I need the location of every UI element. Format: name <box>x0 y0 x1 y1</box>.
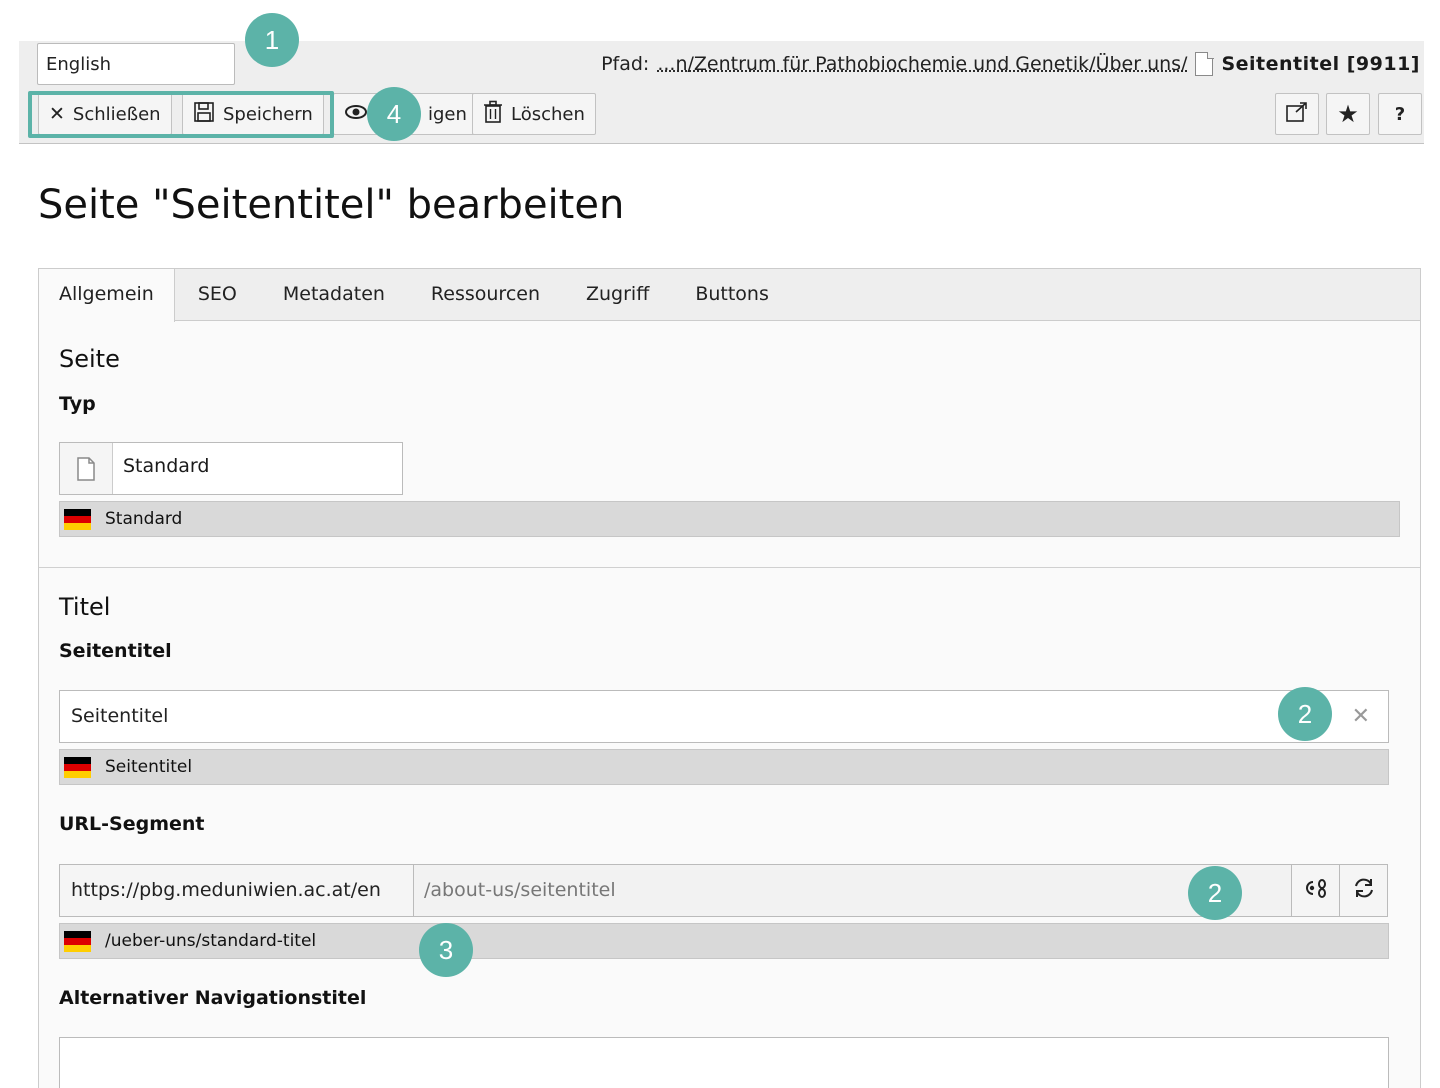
section-seite-title: Seite <box>59 345 120 373</box>
open-new-window-button[interactable] <box>1275 93 1319 135</box>
section-titel-title: Titel <box>59 593 111 621</box>
typ-value: Standard <box>123 455 210 477</box>
eye-icon <box>344 103 368 125</box>
typ-reference-value: Standard <box>105 509 183 529</box>
bookmark-button[interactable]: ★ <box>1326 93 1370 135</box>
help-button[interactable]: ? <box>1378 93 1422 135</box>
path-link[interactable]: ...n/Zentrum für Pathobiochemie und Gene… <box>657 53 1187 75</box>
breadcrumb: Pfad: ...n/Zentrum für Pathobiochemie un… <box>601 51 1420 77</box>
callout-marker: 4 <box>367 87 421 141</box>
page-title: Seite "Seitentitel" bearbeiten <box>38 182 625 228</box>
toggle-manual-edit-button[interactable] <box>1292 864 1340 917</box>
external-link-icon <box>1285 101 1309 128</box>
delete-label: Löschen <box>511 103 585 125</box>
callout-marker: 1 <box>245 13 299 67</box>
help-icon: ? <box>1394 103 1406 125</box>
typ-label: Typ <box>59 393 96 415</box>
edit-form-panel: Allgemein SEO Metadaten Ressourcen Zugri… <box>38 268 1421 1088</box>
section-divider <box>39 567 1420 568</box>
unlink-icon <box>1303 877 1329 905</box>
path-page-title: Seitentitel [9911] <box>1221 53 1420 75</box>
trash-icon <box>483 100 503 128</box>
seitentitel-reference-value: Seitentitel <box>105 757 193 777</box>
path-label: Pfad: <box>601 53 650 75</box>
callout-marker: 2 <box>1188 866 1242 920</box>
tab-ressourcen[interactable]: Ressourcen <box>408 269 563 321</box>
star-icon: ★ <box>1337 100 1359 128</box>
tab-bar: Allgemein SEO Metadaten Ressourcen Zugri… <box>39 269 1420 322</box>
german-flag-icon <box>64 508 91 530</box>
recalculate-button[interactable] <box>1340 864 1388 917</box>
seitentitel-reference-row: Seitentitel <box>59 749 1389 785</box>
refresh-icon <box>1352 877 1376 905</box>
clear-icon[interactable]: ✕ <box>1352 704 1370 729</box>
german-flag-icon <box>64 756 91 778</box>
seitentitel-input[interactable]: Seitentitel ✕ <box>59 690 1389 743</box>
url-reference-value: /ueber-uns/standard-titel <box>105 931 317 951</box>
typ-select[interactable]: Standard <box>59 442 403 495</box>
seitentitel-label: Seitentitel <box>59 640 172 662</box>
callout-marker: 2 <box>1278 687 1332 741</box>
nav-title-label: Alternativer Navigationstitel <box>59 987 367 1009</box>
tab-metadaten[interactable]: Metadaten <box>260 269 408 321</box>
seitentitel-value: Seitentitel <box>71 705 169 727</box>
tab-allgemein[interactable]: Allgemein <box>39 269 175 322</box>
tab-seo[interactable]: SEO <box>175 269 260 321</box>
german-flag-icon <box>64 930 91 952</box>
delete-button[interactable]: Löschen <box>472 93 596 135</box>
url-segment-input[interactable]: /about-us/seitentitel <box>414 864 1292 917</box>
nav-title-input[interactable] <box>59 1037 1389 1088</box>
page-type-icon <box>60 443 113 494</box>
tab-buttons[interactable]: Buttons <box>672 269 792 321</box>
url-prefix: https://pbg.meduniwien.ac.at/en <box>59 864 414 917</box>
typ-reference-row: Standard <box>59 501 1400 537</box>
close-save-highlight <box>28 91 334 138</box>
url-reference-row: /ueber-uns/standard-titel <box>59 923 1389 959</box>
tab-zugriff[interactable]: Zugriff <box>563 269 672 321</box>
url-segment-label: URL-Segment <box>59 813 205 835</box>
language-select[interactable]: English <box>37 43 235 85</box>
page-icon <box>1195 51 1214 76</box>
callout-marker: 3 <box>419 923 473 977</box>
